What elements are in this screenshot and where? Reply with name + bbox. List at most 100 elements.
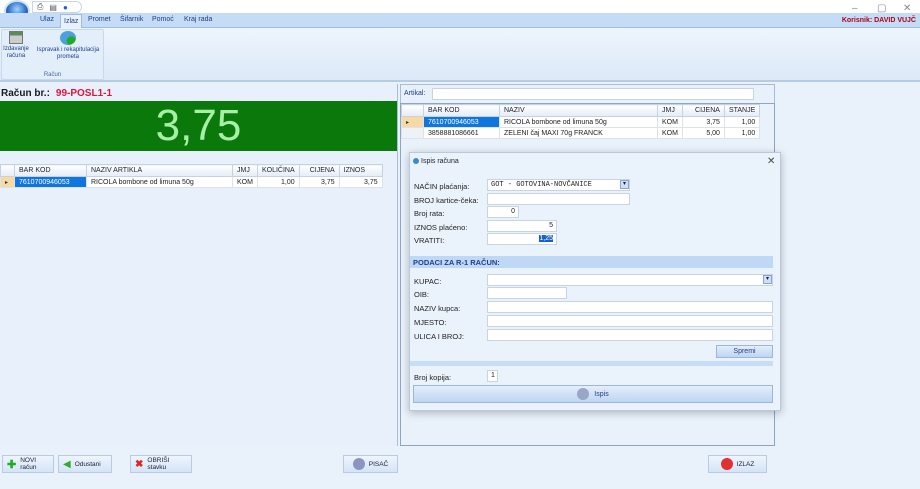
col-kolicina[interactable]: KOLIČINA: [256, 164, 300, 177]
novi-racun-button[interactable]: ✚ NOVI račun: [2, 455, 54, 473]
back-arrow-icon: ◀: [63, 458, 71, 470]
cell-bar-kod[interactable]: 3858881086661: [423, 127, 500, 139]
col-jmj[interactable]: JMJ: [657, 104, 683, 117]
obrisi-stavku-button[interactable]: ✖ OBRIŠI stavku: [130, 455, 192, 473]
info-icon[interactable]: ●: [63, 3, 68, 12]
cell-stanje[interactable]: 1,00: [723, 127, 761, 139]
mjesto-input[interactable]: [487, 315, 773, 327]
iznos-placeno-input[interactable]: 5: [487, 220, 557, 232]
mjesto-label: MJESTO:: [414, 318, 447, 327]
racun-label: Račun br.:: [1, 88, 50, 99]
col-bar-kod[interactable]: BAR KOD: [423, 104, 500, 117]
cash-register-icon: [9, 31, 23, 44]
items-grid[interactable]: BAR KOD NAZIV ARTIKLA JMJ KOLIČINA CIJEN…: [0, 164, 383, 188]
cell-stanje[interactable]: 1,00: [723, 116, 761, 128]
col-iznos[interactable]: IZNOS: [338, 164, 383, 177]
cell-cijena[interactable]: 3,75: [681, 116, 725, 128]
row-header: [401, 127, 424, 139]
ribbon: [0, 28, 920, 82]
tab-kraj-rada[interactable]: Kraj rada: [184, 16, 212, 23]
col-cijena[interactable]: CIJENA: [298, 164, 340, 177]
cell-iznos[interactable]: 3,75: [338, 176, 383, 188]
r1-section-header: PODACI ZA R-1 RAČUN:: [410, 256, 773, 268]
tab-sifarnik[interactable]: Šifarnik: [120, 16, 143, 23]
nacin-label: NAČIN plaćanja:: [414, 182, 470, 191]
delete-x-icon: ✖: [135, 458, 144, 470]
grid-corner: [0, 164, 15, 177]
izdavanje-racuna-button[interactable]: Izdavanje računa: [2, 31, 30, 60]
cell-cijena[interactable]: 5,00: [681, 127, 725, 139]
naziv-kupca-input[interactable]: [487, 301, 773, 313]
naziv-kupca-label: NAZIV kupca:: [414, 304, 461, 313]
kartica-input[interactable]: [487, 193, 630, 205]
printer-icon: [352, 458, 365, 470]
izdavanje-racuna-label: Izdavanje računa: [3, 46, 29, 59]
oib-input[interactable]: [487, 287, 567, 299]
col-naziv[interactable]: NAZIV: [499, 104, 658, 117]
cell-bar-kod[interactable]: 7610700946053: [423, 116, 500, 128]
kupac-label: KUPAC:: [414, 277, 442, 286]
broj-kopija-input[interactable]: 1: [487, 370, 498, 382]
tab-izlaz[interactable]: Izlaz: [60, 14, 83, 28]
artikal-input[interactable]: [432, 88, 754, 100]
racun-number: 99-POSL1-1: [55, 88, 113, 99]
vratiti-input[interactable]: 1,25: [487, 233, 557, 245]
ispravak-button[interactable]: Ispravak i rekapitulacija prometa: [34, 31, 102, 61]
chevron-down-icon[interactable]: ▾: [763, 275, 772, 284]
row-indicator-icon: ▸: [401, 116, 424, 128]
quick-access-toolbar: ⎙ ▤ ●: [32, 1, 82, 13]
cell-cijena[interactable]: 3,75: [298, 176, 340, 188]
col-naziv[interactable]: NAZIV ARTIKLA: [86, 164, 233, 177]
cell-bar-kod[interactable]: 7610700946053: [14, 176, 87, 188]
col-bar-kod[interactable]: BAR KOD: [14, 164, 87, 177]
table-row[interactable]: 3858881086661 ZELENI čaj MAXI 70g FRANCK…: [401, 127, 761, 139]
col-cijena[interactable]: CIJENA: [681, 104, 725, 117]
cell-naziv[interactable]: RICOLA bombone od limuna 50g: [499, 116, 658, 128]
nacin-placanja-select[interactable]: GOT - GOTOVINA-NOVČANICE: [487, 179, 630, 191]
novi-label: NOVI račun: [20, 457, 37, 471]
tab-promet[interactable]: Promet: [88, 16, 111, 23]
document-icon[interactable]: ▤: [49, 3, 57, 12]
printer-icon[interactable]: ⎙: [37, 2, 43, 12]
cell-jmj[interactable]: KOM: [657, 127, 683, 139]
obrisi-label: OBRIŠI stavku: [147, 457, 170, 471]
dialog-icon: [413, 158, 419, 164]
artikal-label: Artikal:: [404, 90, 426, 97]
cell-naziv[interactable]: ZELENI čaj MAXI 70g FRANCK: [499, 127, 658, 139]
ispis-label: Ispis: [594, 390, 609, 398]
tab-pomoc[interactable]: Pomoć: [152, 16, 174, 23]
vratiti-label: VRATITI:: [414, 236, 445, 245]
ulica-input[interactable]: [487, 329, 773, 341]
izlaz-button[interactable]: IZLAZ: [708, 455, 767, 473]
ispis-button[interactable]: Ispis: [413, 385, 773, 403]
pisac-button[interactable]: PISAČ: [343, 455, 398, 473]
divider: [410, 361, 773, 366]
broj-rata-input[interactable]: 0: [487, 206, 519, 218]
articles-grid[interactable]: BAR KOD NAZIV JMJ CIJENA STANJE ▸ 761070…: [401, 104, 761, 139]
cell-jmj[interactable]: KOM: [657, 116, 683, 128]
kupac-select[interactable]: [487, 274, 773, 286]
cell-naziv[interactable]: RICOLA bombone od limuna 50g: [86, 176, 233, 188]
cell-jmj[interactable]: KOM: [232, 176, 258, 188]
user-label: Korisnik: DAVID VUJČ: [841, 17, 916, 24]
dialog-close-button[interactable]: ✕: [767, 156, 775, 167]
racun-header: Račun br.: 99-POSL1-1: [1, 88, 112, 99]
col-stanje[interactable]: STANJE: [723, 104, 761, 117]
chevron-down-icon[interactable]: ▾: [620, 180, 629, 189]
printer-icon: [577, 388, 590, 400]
kartica-label: BROJ kartice-čeka:: [414, 196, 479, 205]
col-jmj[interactable]: JMJ: [232, 164, 258, 177]
odustani-button[interactable]: ◀ Odustani: [58, 455, 112, 473]
spremi-button[interactable]: Spremi: [716, 345, 773, 358]
tab-ulaz[interactable]: Ulaz: [40, 16, 54, 23]
odustani-label: Odustani: [74, 460, 101, 468]
broj-kopija-label: Broj kopija:: [414, 373, 452, 382]
table-row[interactable]: ▸ 7610700946053 RICOLA bombone od limuna…: [401, 116, 761, 128]
correction-icon: [60, 31, 76, 45]
ispravak-label: Ispravak i rekapitulacija prometa: [36, 47, 100, 60]
oib-label: OIB:: [414, 290, 430, 299]
nacin-value: GOT - GOTOVINA-NOVČANICE: [491, 181, 592, 189]
table-row[interactable]: ▸ 7610700946053 RICOLA bombone od limuna…: [0, 176, 383, 188]
pisac-label: PISAČ: [368, 460, 389, 468]
cell-kolicina[interactable]: 1,00: [256, 176, 300, 188]
